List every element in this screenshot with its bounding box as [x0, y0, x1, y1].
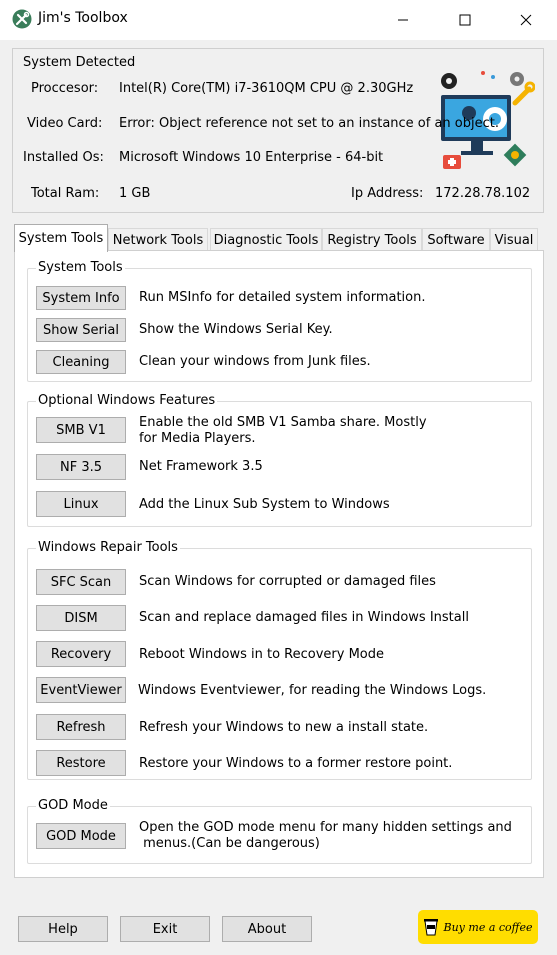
toolbox-app-icon: [12, 9, 32, 29]
cleaning-description: Clean your windows from Junk files.: [139, 354, 371, 369]
minimize-button[interactable]: [372, 0, 434, 40]
about-button[interactable]: About: [222, 916, 312, 942]
tab-network-tools[interactable]: Network Tools: [108, 228, 208, 251]
smb-v1-button[interactable]: SMB V1: [36, 417, 126, 443]
god-mode-description: Open the GOD mode menu for many hidden s…: [139, 820, 512, 835]
processor-value: Intel(R) Core(TM) i7-3610QM CPU @ 2.30GH…: [119, 81, 414, 96]
tab-registry-tools[interactable]: Registry Tools: [322, 228, 422, 251]
system-tools-legend: System Tools: [36, 260, 125, 276]
maximize-icon: [459, 14, 471, 26]
restore-button[interactable]: Restore: [36, 750, 126, 776]
help-button[interactable]: Help: [18, 916, 108, 942]
repair-tools-legend: Windows Repair Tools: [36, 540, 180, 556]
system-detected-panel: System Detected Proccesor: Intel(R) Core…: [12, 48, 544, 213]
exit-button[interactable]: Exit: [120, 916, 210, 942]
installed-os-value: Microsoft Windows 10 Enterprise - 64-bit: [119, 150, 384, 165]
dism-description: Scan and replace damaged files in Window…: [139, 610, 469, 625]
maximize-button[interactable]: [434, 0, 496, 40]
title-bar: Jim's Toolbox: [0, 0, 557, 40]
optional-features-legend: Optional Windows Features: [36, 393, 218, 409]
refresh-description: Refresh your Windows to new a install st…: [139, 720, 429, 735]
sfc-scan-button[interactable]: SFC Scan: [36, 569, 126, 595]
coffee-cup-icon: [423, 919, 438, 936]
tab-diagnostic-tools[interactable]: Diagnostic Tools: [210, 228, 322, 251]
close-button[interactable]: [495, 0, 557, 40]
ip-address-value: 172.28.78.102: [435, 186, 531, 201]
eventviewer-button[interactable]: EventViewer: [36, 677, 126, 703]
restore-description: Restore your Windows to a former restore…: [139, 756, 453, 771]
god-mode-description-line2: menus.(Can be dangerous): [139, 836, 320, 851]
ip-address-label: Ip Address:: [351, 186, 424, 201]
god-mode-button[interactable]: GOD Mode: [36, 823, 126, 849]
sfc-scan-description: Scan Windows for corrupted or damaged fi…: [139, 574, 436, 589]
dism-button[interactable]: DISM: [36, 605, 126, 631]
system-tools-group: System Tools System Info Run MSInfo for …: [27, 260, 532, 382]
nf35-button[interactable]: NF 3.5: [36, 454, 126, 480]
recovery-description: Reboot Windows in to Recovery Mode: [139, 647, 384, 662]
optional-features-group: Optional Windows Features SMB V1 Enable …: [27, 393, 532, 527]
buy-me-a-coffee-label: Buy me a coffee: [443, 920, 533, 934]
buy-me-a-coffee-button[interactable]: Buy me a coffee: [418, 910, 538, 944]
god-mode-legend: GOD Mode: [36, 798, 110, 814]
smb-v1-description-line2: for Media Players.: [139, 431, 256, 446]
minimize-icon: [398, 19, 408, 21]
show-serial-button[interactable]: Show Serial: [36, 318, 126, 342]
window-title: Jim's Toolbox: [38, 10, 128, 26]
system-info-button[interactable]: System Info: [36, 286, 126, 310]
tab-visual[interactable]: Visual: [490, 228, 538, 251]
system-tools-panel: System Tools System Info Run MSInfo for …: [14, 250, 544, 878]
cleaning-button[interactable]: Cleaning: [36, 350, 126, 374]
total-ram-label: Total Ram:: [31, 186, 100, 201]
video-card-label: Video Card:: [27, 116, 103, 131]
repair-tools-group: Windows Repair Tools SFC Scan Scan Windo…: [27, 540, 532, 780]
total-ram-value: 1 GB: [119, 186, 151, 201]
tab-software[interactable]: Software: [422, 228, 490, 251]
nf35-description: Net Framework 3.5: [139, 459, 263, 474]
god-mode-group: GOD Mode GOD Mode Open the GOD mode menu…: [27, 798, 532, 864]
installed-os-label: Installed Os:: [23, 150, 104, 165]
show-serial-description: Show the Windows Serial Key.: [139, 322, 333, 337]
system-detected-legend: System Detected: [21, 55, 138, 70]
refresh-button[interactable]: Refresh: [36, 714, 126, 740]
eventviewer-description: Windows Eventviewer, for reading the Win…: [138, 683, 487, 698]
linux-description: Add the Linux Sub System to Windows: [139, 497, 390, 512]
close-icon: [520, 14, 532, 26]
tab-system-tools[interactable]: System Tools: [14, 224, 108, 252]
processor-label: Proccesor:: [31, 81, 99, 96]
system-info-description: Run MSInfo for detailed system informati…: [139, 290, 426, 305]
linux-button[interactable]: Linux: [36, 491, 126, 517]
recovery-button[interactable]: Recovery: [36, 641, 126, 667]
video-card-value: Error: Object reference not set to an in…: [119, 116, 499, 131]
smb-v1-description: Enable the old SMB V1 Samba share. Mostl…: [139, 415, 427, 430]
